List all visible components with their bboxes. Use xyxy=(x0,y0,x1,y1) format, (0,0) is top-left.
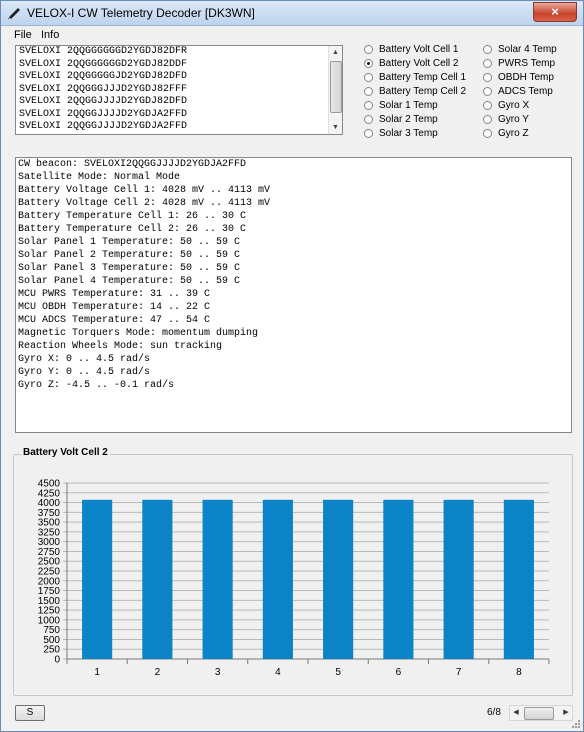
y-tick-label: 750 xyxy=(43,625,60,636)
page-indicator: 6/8 xyxy=(487,707,501,718)
x-tick-label: 5 xyxy=(335,667,341,678)
x-tick-label: 3 xyxy=(215,667,221,678)
chart-bar xyxy=(262,499,293,659)
x-tick-label: 2 xyxy=(155,667,161,678)
y-tick-label: 4500 xyxy=(38,479,61,490)
chart-bar xyxy=(443,499,474,659)
y-tick-label: 250 xyxy=(43,645,60,656)
chart-bar xyxy=(82,499,113,659)
y-tick-label: 500 xyxy=(43,635,60,646)
x-tick-label: 7 xyxy=(456,667,462,678)
y-tick-label: 4000 xyxy=(38,498,61,509)
chart-bar xyxy=(503,499,534,659)
chart-bar xyxy=(202,499,233,659)
y-tick-label: 3750 xyxy=(38,508,61,519)
y-tick-label: 2500 xyxy=(38,557,61,568)
y-tick-label: 0 xyxy=(54,655,60,666)
resize-grip-icon[interactable] xyxy=(571,719,581,729)
y-tick-label: 2000 xyxy=(38,576,61,587)
y-tick-label: 3500 xyxy=(38,518,61,529)
chart-bar xyxy=(383,499,414,659)
y-tick-label: 2750 xyxy=(38,547,61,558)
y-tick-label: 4250 xyxy=(38,488,61,499)
scroll-left-icon[interactable]: ◀ xyxy=(510,706,522,720)
s-button[interactable]: S xyxy=(15,705,45,721)
y-tick-label: 1000 xyxy=(38,615,61,626)
x-tick-label: 4 xyxy=(275,667,281,678)
y-tick-label: 1500 xyxy=(38,596,61,607)
y-tick-label: 1750 xyxy=(38,586,61,597)
x-tick-label: 1 xyxy=(94,667,100,678)
chart-bar xyxy=(323,499,354,659)
chart-bar xyxy=(142,499,173,659)
y-tick-label: 3250 xyxy=(38,527,61,538)
x-tick-label: 8 xyxy=(516,667,522,678)
page-scrollbar[interactable]: ◀ ▶ xyxy=(509,705,573,721)
y-tick-label: 2250 xyxy=(38,567,61,578)
bar-chart: 0250500750100012501500175020002250250027… xyxy=(38,479,550,678)
page-scroll-thumb[interactable] xyxy=(524,707,554,720)
app-window: VELOX-I CW Telemetry Decoder [DK3WN] × F… xyxy=(0,0,584,732)
y-tick-label: 1250 xyxy=(38,606,61,617)
scroll-right-icon[interactable]: ▶ xyxy=(560,706,572,720)
x-tick-label: 6 xyxy=(396,667,402,678)
y-tick-label: 3000 xyxy=(38,537,61,548)
